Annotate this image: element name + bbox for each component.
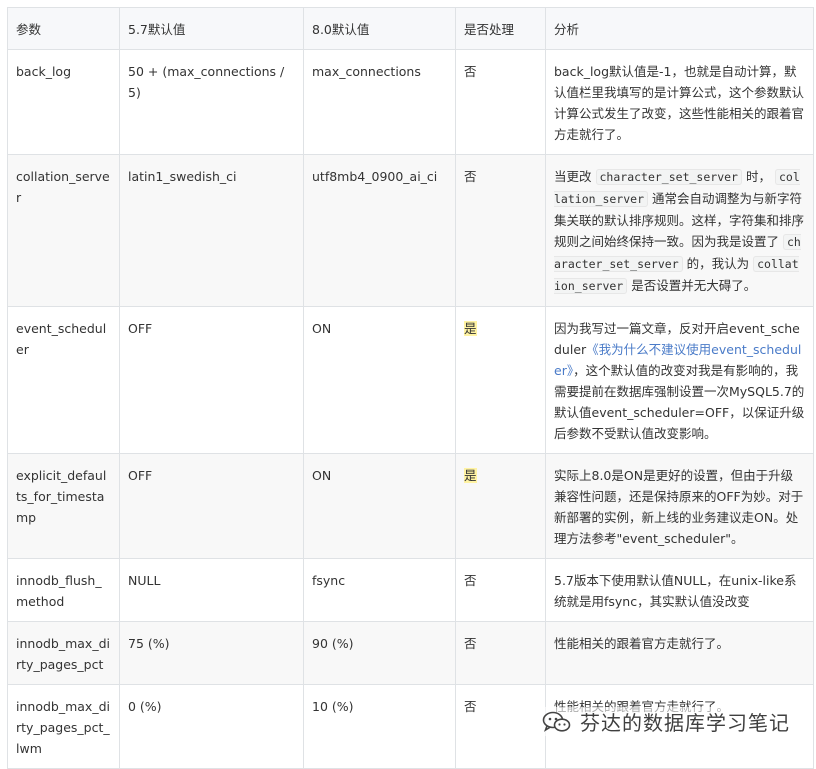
watermark: 芬达的数据库学习笔记 <box>542 707 790 736</box>
param-cell: explicit_defaults_for_timestamp <box>7 453 120 559</box>
v80-cell: 90 (%) <box>303 621 456 685</box>
v57-cell: 75 (%) <box>119 621 304 685</box>
inline-code: character_set_server <box>595 169 742 185</box>
param-cell: collation_server <box>7 154 120 307</box>
wechat-icon <box>542 710 572 734</box>
v57-cell: 50 + (max_connections / 5) <box>119 49 304 155</box>
param-cell: back_log <box>7 49 120 155</box>
v80-cell: ON <box>303 453 456 559</box>
v57-cell: OFF <box>119 453 304 559</box>
col-header-param: 参数 <box>7 7 120 50</box>
analysis-cell: 当更改 character_set_server 时， collation_se… <box>545 154 814 307</box>
col-header-handle: 是否处理 <box>455 7 546 50</box>
v80-cell: fsync <box>303 558 456 622</box>
v80-cell: 10 (%) <box>303 684 456 769</box>
highlighted-handle: 是 <box>464 468 477 483</box>
v80-cell: ON <box>303 306 456 454</box>
highlighted-handle: 是 <box>464 321 477 336</box>
v57-cell: latin1_swedish_ci <box>119 154 304 307</box>
handle-cell: 否 <box>455 49 546 155</box>
analysis-cell: 因为我写过一篇文章，反对开启event_scheduler《我为什么不建议使用e… <box>545 306 814 454</box>
analysis-cell: 5.7版本下使用默认值NULL，在unix-like系统就是用fsync，其实默… <box>545 558 814 622</box>
param-cell: innodb_flush_method <box>7 558 120 622</box>
col-header-v57: 5.7默认值 <box>119 7 304 50</box>
handle-cell: 是 <box>455 453 546 559</box>
handle-cell: 否 <box>455 558 546 622</box>
v57-cell: OFF <box>119 306 304 454</box>
v80-cell: utf8mb4_0900_ai_ci <box>303 154 456 307</box>
handle-cell: 否 <box>455 154 546 307</box>
table-header-row: 参数 5.7默认值 8.0默认值 是否处理 分析 <box>7 7 814 50</box>
param-cell: innodb_max_dirty_pages_pct_lwm <box>7 684 120 769</box>
analysis-text: ，这个默认值的改变对我是有影响的，我需要提前在数据库强制设置一次MySQL5.7… <box>554 363 805 441</box>
col-header-v80: 8.0默认值 <box>303 7 456 50</box>
analysis-cell: 实际上8.0是ON是更好的设置，但由于升级兼容性问题，还是保持原来的OFF为妙。… <box>545 453 814 559</box>
analysis-text: 时， <box>745 169 771 184</box>
handle-cell: 否 <box>455 684 546 769</box>
col-header-analysis: 分析 <box>545 7 814 50</box>
table-row: explicit_defaults_for_timestamp OFF ON 是… <box>7 453 814 559</box>
watermark-text: 芬达的数据库学习笔记 <box>580 711 790 735</box>
handle-cell: 否 <box>455 621 546 685</box>
v57-cell: 0 (%) <box>119 684 304 769</box>
parameter-comparison-table: 参数 5.7默认值 8.0默认值 是否处理 分析 back_log 50 + (… <box>7 7 814 769</box>
analysis-cell: 性能相关的跟着官方走就行了。 <box>545 621 814 685</box>
analysis-text: 是否设置并无大碍了。 <box>631 278 757 293</box>
handle-cell: 是 <box>455 306 546 454</box>
v80-cell: max_connections <box>303 49 456 155</box>
table-row: collation_server latin1_swedish_ci utf8m… <box>7 154 814 307</box>
v57-cell: NULL <box>119 558 304 622</box>
analysis-text: 当更改 <box>554 169 592 184</box>
param-cell: event_scheduler <box>7 306 120 454</box>
param-cell: innodb_max_dirty_pages_pct <box>7 621 120 685</box>
table-row: event_scheduler OFF ON 是 因为我写过一篇文章，反对开启e… <box>7 306 814 454</box>
table-row: back_log 50 + (max_connections / 5) max_… <box>7 49 814 155</box>
table-row: innodb_max_dirty_pages_pct 75 (%) 90 (%)… <box>7 621 814 685</box>
analysis-cell: back_log默认值是-1，也就是自动计算，默认值栏里我填写的是计算公式，这个… <box>545 49 814 155</box>
analysis-text: 的，我认为 <box>686 256 750 271</box>
table-row: innodb_flush_method NULL fsync 否 5.7版本下使… <box>7 558 814 622</box>
